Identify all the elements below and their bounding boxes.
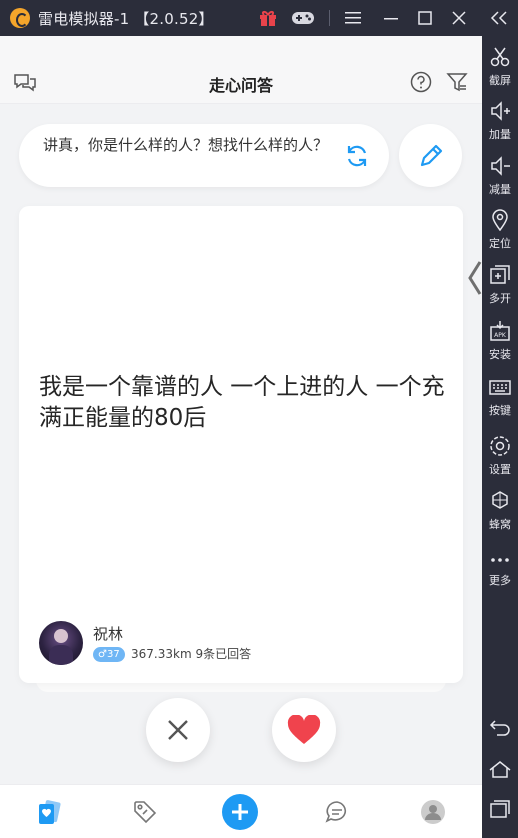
sidebar-item-label: 定位 bbox=[489, 237, 511, 250]
volume-down-icon bbox=[487, 153, 513, 179]
close-x-icon bbox=[168, 720, 188, 740]
user-meta: 367.33km 9条已回答 bbox=[131, 647, 251, 662]
add-post-button[interactable] bbox=[222, 794, 258, 830]
sidebar-item-label: 蜂窝 bbox=[489, 518, 511, 531]
cards-icon bbox=[39, 800, 61, 824]
gamepad-icon[interactable] bbox=[290, 8, 316, 28]
sidebar-item-label: 多开 bbox=[489, 292, 511, 305]
scissors-icon bbox=[487, 44, 513, 70]
back-icon[interactable] bbox=[482, 714, 518, 740]
tab-tags[interactable] bbox=[130, 797, 160, 827]
sidebar-item-label: 加量 bbox=[489, 128, 511, 141]
answered-count: 9条已回答 bbox=[195, 647, 252, 661]
close-icon[interactable] bbox=[448, 8, 470, 28]
filter-icon[interactable] bbox=[445, 70, 469, 94]
sidebar-item-volume-down[interactable]: 减量 bbox=[482, 153, 518, 197]
answer-card[interactable]: 我是一个靠谱的人 一个上进的人 一个充满正能量的80后 祝林 ♂ 37 367.… bbox=[19, 206, 463, 683]
svg-text:APK: APK bbox=[494, 332, 507, 339]
app-header: 走心问答 bbox=[0, 36, 482, 104]
sidebar-item-screenshot[interactable]: 截屏 bbox=[482, 44, 518, 88]
heart-icon bbox=[287, 715, 321, 744]
user-name: 祝林 bbox=[93, 625, 124, 643]
sidebar-item-hive[interactable]: 蜂窝 bbox=[482, 488, 518, 532]
question-pill: 讲真，你是什么样的人？想找什么样的人？ bbox=[19, 124, 389, 187]
minimize-icon[interactable] bbox=[380, 8, 402, 28]
plus-icon bbox=[232, 804, 248, 820]
location-icon bbox=[487, 207, 513, 233]
volume-up-icon bbox=[487, 98, 513, 124]
home-icon[interactable] bbox=[482, 756, 518, 782]
sidebar-item-settings[interactable]: 设置 bbox=[482, 433, 518, 477]
edit-answer-button[interactable] bbox=[399, 124, 462, 187]
app-screen: 走心问答 讲真，你是什么样的人？想找什么样的人？ 我是一个靠谱的人 一个上进的人… bbox=[0, 36, 482, 838]
sidebar-item-label: 安装 bbox=[489, 348, 511, 361]
menu-icon[interactable] bbox=[343, 8, 363, 28]
multi-open-icon bbox=[487, 262, 513, 288]
pencil-icon bbox=[420, 144, 442, 166]
sidebar-item-location[interactable]: 定位 bbox=[482, 207, 518, 251]
gift-icon[interactable] bbox=[258, 8, 278, 28]
dislike-button[interactable] bbox=[146, 698, 210, 762]
profile-icon bbox=[421, 800, 445, 824]
message-icon bbox=[325, 801, 347, 823]
emulator-titlebar: 雷电模拟器-1 【2.0.52】 bbox=[0, 0, 518, 36]
hive-icon bbox=[487, 488, 513, 514]
sidebar-item-more[interactable]: 更多 bbox=[482, 544, 518, 588]
next-card-peek-icon bbox=[466, 260, 482, 296]
distance-label: 367.33km bbox=[131, 647, 192, 661]
tab-cards[interactable] bbox=[34, 797, 64, 827]
sidebar-item-label: 更多 bbox=[489, 574, 511, 587]
tab-profile[interactable] bbox=[418, 797, 448, 827]
app-logo-icon bbox=[10, 8, 30, 28]
refresh-icon[interactable] bbox=[343, 142, 371, 170]
sidebar-item-label: 截屏 bbox=[489, 74, 511, 87]
gender-age-badge: ♂ 37 bbox=[93, 647, 125, 662]
sidebar-item-label: 设置 bbox=[489, 463, 511, 476]
tag-icon bbox=[134, 801, 157, 824]
sidebar-item-volume-up[interactable]: 加量 bbox=[482, 98, 518, 142]
question-text: 讲真，你是什么样的人？想找什么样的人？ bbox=[43, 136, 329, 154]
settings-icon bbox=[487, 433, 513, 459]
male-icon: ♂ bbox=[98, 649, 107, 660]
like-button[interactable] bbox=[272, 698, 336, 762]
sidebar-item-label: 减量 bbox=[489, 183, 511, 196]
maximize-icon[interactable] bbox=[415, 8, 435, 28]
emulator-sidebar: 截屏 加量 减量 定位 多开 APK 安装 按键 设置 蜂窝 更多 bbox=[482, 36, 518, 838]
sidebar-item-keymapping[interactable]: 按键 bbox=[482, 374, 518, 418]
apk-install-icon: APK bbox=[487, 318, 513, 344]
answer-text: 我是一个靠谱的人 一个上进的人 一个充满正能量的80后 bbox=[39, 374, 445, 431]
tab-messages[interactable] bbox=[322, 797, 352, 827]
sidebar-item-label: 按键 bbox=[489, 404, 511, 417]
help-icon[interactable] bbox=[409, 70, 433, 94]
keyboard-icon bbox=[487, 374, 513, 400]
more-icon bbox=[487, 544, 513, 570]
avatar[interactable] bbox=[39, 621, 83, 665]
bottom-tab-bar bbox=[0, 784, 482, 838]
age-label: 37 bbox=[106, 649, 120, 660]
collapse-sidebar-icon[interactable] bbox=[487, 8, 511, 28]
sidebar-item-multi-open[interactable]: 多开 bbox=[482, 262, 518, 306]
recent-apps-icon[interactable] bbox=[482, 796, 518, 822]
titlebar-separator bbox=[329, 10, 330, 26]
sidebar-item-install-apk[interactable]: APK 安装 bbox=[482, 318, 518, 362]
window-title: 雷电模拟器-1 【2.0.52】 bbox=[38, 9, 214, 28]
